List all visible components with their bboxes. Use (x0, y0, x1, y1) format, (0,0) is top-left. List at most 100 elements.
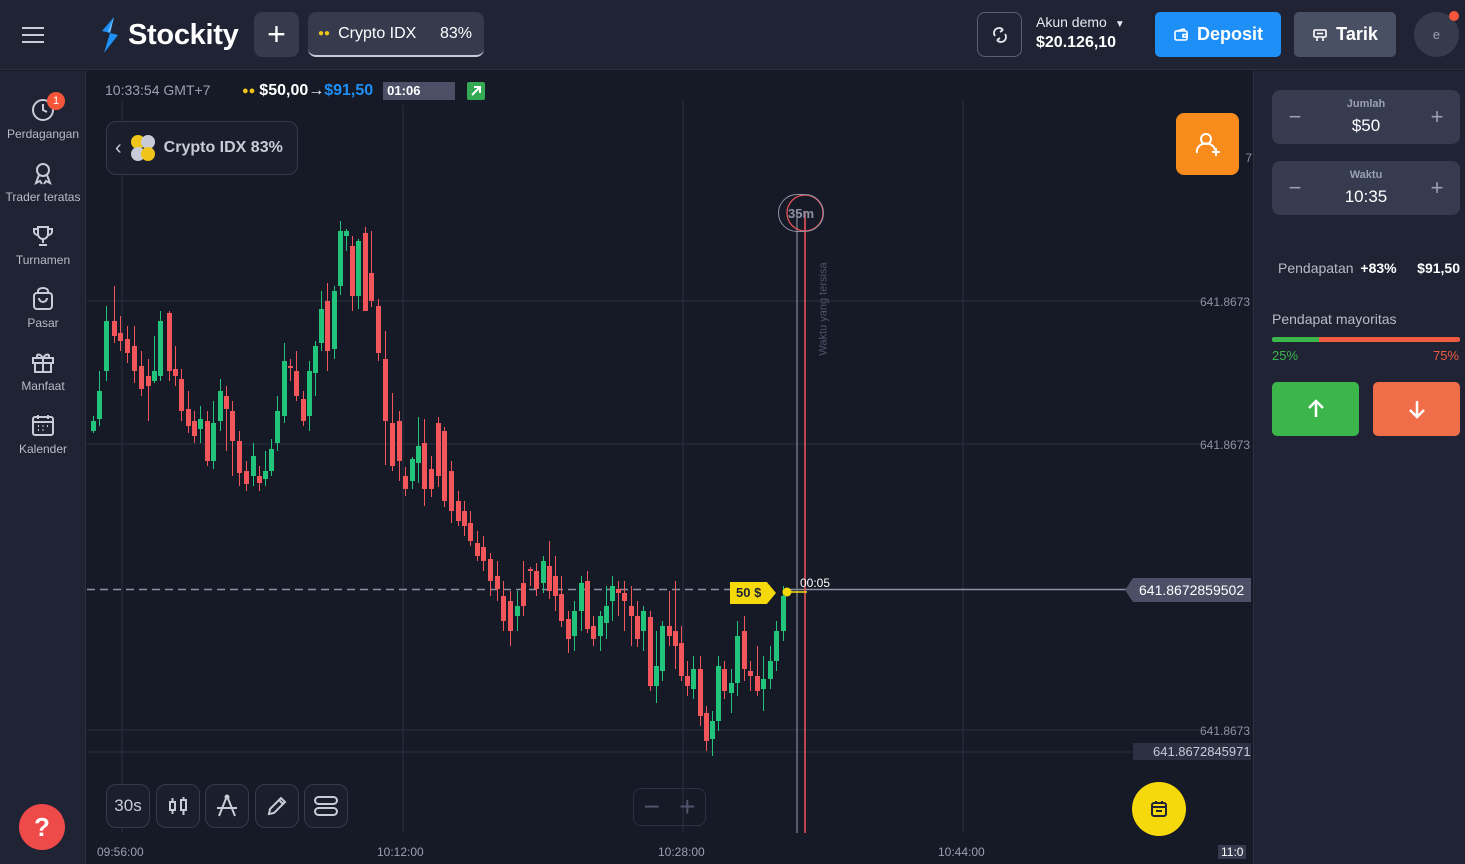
sell-down-button[interactable] (1373, 382, 1460, 436)
candle-down (629, 606, 634, 616)
zoom-in-button[interactable]: + (670, 789, 706, 825)
asset-selector-chip[interactable]: ‹ Crypto IDX 83% (106, 121, 298, 175)
candle-up (218, 391, 223, 421)
amount-increase-button[interactable]: + (1422, 102, 1452, 132)
left-sidebar: Perdagangan 1 Trader teratas Turnamen Pa… (0, 71, 86, 864)
price-axis-label: 641.8673 (1200, 438, 1251, 452)
zoom-out-button[interactable]: − (634, 789, 670, 825)
sidebar-item-top-traders[interactable]: Trader teratas (0, 160, 86, 204)
bet-countdown: 00:05 (800, 576, 831, 590)
top-header: Stockity + ●● Crypto IDX 83% Akun demo ▼ … (0, 0, 1465, 70)
candle-down (521, 583, 526, 606)
swap-arrows-icon (992, 26, 1007, 43)
candle-down (559, 594, 564, 621)
help-button[interactable]: ? (19, 804, 65, 850)
asset-tab-crypto-idx[interactable]: ●● Crypto IDX 83% (308, 12, 484, 57)
economic-calendar-button[interactable] (1132, 782, 1186, 836)
candle-down (495, 576, 500, 589)
candle-down (146, 376, 151, 386)
timeframe-button[interactable]: 30s (106, 784, 150, 828)
pencil-tool-button[interactable] (255, 784, 299, 828)
time-stepper[interactable]: − Waktu 10:35 + (1272, 161, 1460, 215)
income-amount: $91,50 (1417, 260, 1460, 276)
candle-down (192, 421, 197, 436)
majority-down-fill (1319, 337, 1460, 342)
sidebar-item-market[interactable]: Pasar (0, 286, 86, 330)
candle-down (481, 547, 486, 561)
candle-up (269, 449, 274, 471)
logo-text: Stockity (128, 18, 239, 51)
buy-up-button[interactable] (1272, 382, 1359, 436)
candle-down (585, 581, 590, 629)
candle-down (403, 476, 408, 489)
amount-stepper[interactable]: − Jumlah $50 + (1272, 90, 1460, 144)
candle-down (501, 596, 506, 621)
candle-up (710, 721, 715, 739)
sidebar-item-label: Turnamen (15, 253, 71, 267)
asset-chip-name: Crypto IDX 83% (163, 139, 283, 156)
candle-up (604, 606, 609, 623)
sidebar-item-label: Perdagangan (6, 127, 80, 141)
account-selector[interactable]: Akun demo ▼ $20.126,10 (1036, 14, 1125, 52)
candle-down (748, 671, 753, 676)
sidebar-item-label: Trader teratas (5, 190, 81, 204)
chevron-left-icon: ‹ (115, 136, 122, 159)
candle-up (691, 669, 696, 689)
candle-down (616, 589, 621, 593)
sidebar-item-benefits[interactable]: Manfaat (0, 349, 86, 393)
chart-type-button[interactable] (156, 784, 200, 828)
crypto-coins-icon: ●● (242, 85, 256, 97)
candle-down (698, 669, 703, 716)
candle-down (429, 469, 434, 489)
price-axis-label: 641.8673 (1200, 724, 1251, 738)
trade-payout: $91,50 (324, 82, 374, 99)
candle-up (313, 346, 318, 373)
arrow-up-right-icon (467, 82, 486, 100)
switch-account-button[interactable] (977, 12, 1022, 57)
candle-up (91, 421, 96, 431)
time-remaining-label: Waktu yang tersisa (817, 262, 830, 356)
price-chart[interactable]: 10:33:54 GMT+7 ●● $50,00→ $91,50 01:06 ‹… (87, 71, 1252, 864)
majority-opinion-bar (1272, 337, 1460, 342)
deposit-button[interactable]: Deposit (1155, 12, 1281, 57)
withdraw-button[interactable]: Tarik (1294, 12, 1396, 57)
drawing-tools-button[interactable] (205, 784, 249, 828)
crypto-coins-icon: ●● (318, 28, 331, 39)
add-asset-tab-button[interactable]: + (254, 12, 299, 57)
asset-tab-payout: 83% (439, 24, 472, 42)
calendar-icon (1151, 801, 1167, 817)
candle-up (97, 391, 102, 419)
income-label: Pendapatan (1278, 260, 1354, 276)
menu-hamburger-icon[interactable] (22, 22, 62, 50)
invite-friend-button[interactable] (1176, 113, 1239, 175)
candle-down (173, 369, 178, 376)
candlestick-plot[interactable] (87, 71, 1252, 864)
open-trade-info[interactable]: ●● $50,00→ $91,50 01:06 (242, 77, 556, 105)
indicators-button[interactable] (304, 784, 348, 828)
candle-down (179, 379, 184, 411)
account-balance: $20.126,10 (1036, 34, 1117, 51)
stockity-logo[interactable]: Stockity (98, 14, 239, 56)
candle-up (781, 596, 786, 631)
notification-dot (1449, 11, 1459, 21)
time-increase-button[interactable]: + (1422, 173, 1452, 203)
candle-up (251, 456, 256, 476)
server-time-readout: 10:33:54 GMT+7 (105, 82, 211, 98)
candle-down (755, 676, 760, 691)
candle-down (553, 576, 558, 596)
sidebar-item-trading[interactable]: Perdagangan (0, 97, 86, 141)
majority-opinion-title: Pendapat mayoritas (1272, 311, 1397, 327)
candle-down (325, 301, 330, 351)
time-axis-label: 11:0 (1218, 845, 1247, 859)
bet-marker-dot (782, 587, 792, 597)
sidebar-item-calendar[interactable]: Kalender (0, 412, 86, 456)
time-axis-label: 10:44:00 (938, 845, 985, 859)
candle-down (369, 273, 374, 301)
candle-down (685, 676, 690, 686)
low-price-box: 641.8672845971 (1133, 743, 1251, 760)
candle-down (436, 423, 441, 476)
price-axis-label: 7 (1245, 151, 1252, 165)
candle-down (390, 423, 395, 466)
income-percent: +83% (1360, 260, 1397, 276)
sidebar-item-tournaments[interactable]: Turnamen (0, 223, 86, 267)
